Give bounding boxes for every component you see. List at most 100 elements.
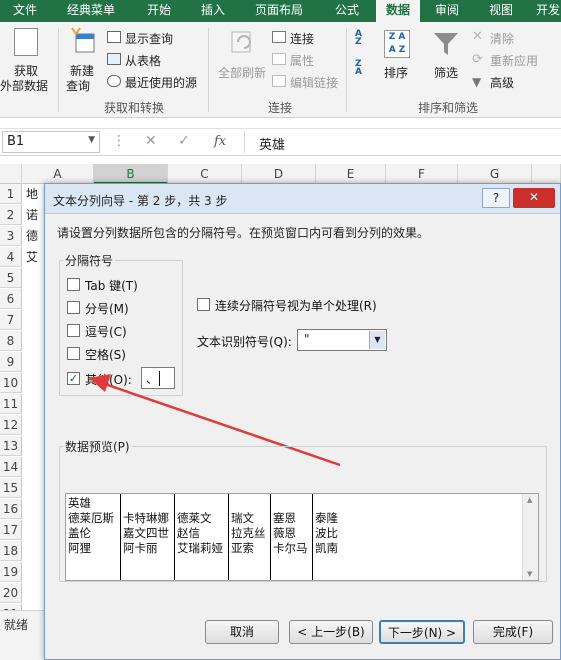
- row-header[interactable]: 2: [0, 205, 22, 225]
- clear-button[interactable]: 清除: [490, 30, 514, 47]
- column-header[interactable]: D: [242, 164, 316, 184]
- column-header[interactable]: F: [386, 164, 458, 184]
- row-header[interactable]: 15: [0, 478, 22, 498]
- back-button[interactable]: < 上一步(B): [289, 620, 373, 644]
- row-header[interactable]: 5: [0, 268, 22, 288]
- sort-ascending-icon[interactable]: AZ: [355, 30, 373, 47]
- tab-review[interactable]: 审阅: [420, 0, 474, 22]
- ribbon: 获取 外部数据 新建 查询 显示查询 从表格 最近使用的源 获取和转换 全部刷新…: [0, 22, 561, 118]
- close-button[interactable]: ✕: [513, 188, 555, 208]
- tab-data[interactable]: 数据: [376, 0, 420, 22]
- consecutive-delimiters-checkbox[interactable]: [197, 298, 210, 311]
- preview-column[interactable]: 塞恩 薇恩 卡尔马: [271, 494, 313, 580]
- row-header[interactable]: 19: [0, 562, 22, 582]
- reapply-button[interactable]: 重新应用: [490, 52, 538, 69]
- name-box[interactable]: B1 ▼: [2, 131, 100, 153]
- connections-button[interactable]: 连接: [290, 30, 314, 47]
- tab-file[interactable]: 文件: [0, 0, 50, 22]
- data-preview[interactable]: 英雄 德莱厄斯 盖伦 阿狸 卡特琳娜 嘉文四世 阿卡丽 德莱文 赵信 艾瑞莉娅 …: [65, 493, 539, 581]
- row-header[interactable]: 16: [0, 499, 22, 519]
- properties-icon: [272, 53, 286, 65]
- tab-checkbox[interactable]: [67, 278, 80, 291]
- tab-view[interactable]: 视图: [474, 0, 528, 22]
- column-header[interactable]: B: [94, 164, 168, 184]
- row-header[interactable]: 8: [0, 331, 22, 351]
- preview-column[interactable]: 德莱文 赵信 艾瑞莉娅: [175, 494, 229, 580]
- tab-classic-menu[interactable]: 经典菜单: [50, 0, 132, 22]
- row-header[interactable]: 9: [0, 352, 22, 372]
- more-options-icon[interactable]: ⋮: [112, 133, 126, 149]
- refresh-all-icon: [228, 28, 256, 56]
- insert-function-icon[interactable]: fx: [214, 134, 226, 149]
- row-header[interactable]: 18: [0, 541, 22, 561]
- from-table-icon: [107, 53, 121, 65]
- row-header[interactable]: 1: [0, 184, 22, 204]
- column-header[interactable]: A: [22, 164, 94, 184]
- tab-developer[interactable]: 开发: [528, 0, 561, 22]
- tab-checkbox-label[interactable]: Tab 键(T): [85, 277, 138, 294]
- preview-column[interactable]: 瑞文 拉克丝 亚索: [229, 494, 271, 580]
- scroll-down-icon[interactable]: ▼: [527, 570, 532, 578]
- row-header[interactable]: 17: [0, 520, 22, 540]
- chevron-down-icon[interactable]: ▼: [88, 135, 95, 145]
- next-button[interactable]: 下一步(N) >: [379, 620, 465, 644]
- scroll-up-icon[interactable]: ▲: [527, 496, 532, 504]
- row-header[interactable]: 12: [0, 415, 22, 435]
- preview-column[interactable]: 英雄 德莱厄斯 盖伦 阿狸: [66, 494, 121, 580]
- other-checkbox[interactable]: ✓: [67, 372, 80, 385]
- row-header[interactable]: 6: [0, 289, 22, 309]
- preview-column[interactable]: 泰隆 波比 凯南: [313, 494, 353, 580]
- row-header[interactable]: 20: [0, 583, 22, 603]
- get-external-data-line2[interactable]: 外部数据: [0, 77, 48, 94]
- row-header[interactable]: 3: [0, 226, 22, 246]
- row-header[interactable]: 7: [0, 310, 22, 330]
- row-header[interactable]: 14: [0, 457, 22, 477]
- row-header[interactable]: 11: [0, 394, 22, 414]
- tab-home[interactable]: 开始: [132, 0, 186, 22]
- tab-page-layout[interactable]: 页面布局: [240, 0, 318, 22]
- column-header[interactable]: E: [316, 164, 386, 184]
- row-header[interactable]: 4: [0, 247, 22, 267]
- comma-checkbox-label[interactable]: 逗号(C): [85, 323, 127, 340]
- filter-button[interactable]: 筛选: [434, 64, 458, 81]
- space-checkbox[interactable]: [67, 347, 80, 360]
- text-qualifier-select[interactable]: " ▼: [297, 329, 387, 351]
- from-table-button[interactable]: 从表格: [125, 52, 161, 69]
- column-header[interactable]: G: [458, 164, 532, 184]
- consecutive-delimiters-label[interactable]: 连续分隔符号视为单个处理(R): [215, 297, 377, 314]
- cell-a2[interactable]: 诺: [26, 205, 38, 225]
- semicolon-checkbox[interactable]: [67, 301, 80, 314]
- formula-input[interactable]: 英雄: [244, 131, 561, 153]
- new-query-line2[interactable]: 查询: [66, 77, 90, 94]
- select-all-corner[interactable]: [0, 164, 22, 184]
- space-checkbox-label[interactable]: 空格(S): [85, 346, 126, 363]
- preview-column[interactable]: 卡特琳娜 嘉文四世 阿卡丽: [121, 494, 175, 580]
- advanced-button[interactable]: 高级: [490, 74, 514, 91]
- cell-a3[interactable]: 德: [26, 226, 38, 246]
- chevron-down-icon[interactable]: ▼: [369, 331, 385, 349]
- row-header[interactable]: 10: [0, 373, 22, 393]
- confirm-entry-icon[interactable]: ✓: [178, 133, 190, 149]
- properties-button[interactable]: 属性: [290, 52, 314, 69]
- cell-a4[interactable]: 艾: [26, 247, 38, 267]
- cancel-button[interactable]: 取消: [205, 620, 279, 644]
- cell-a1[interactable]: 地: [26, 184, 38, 204]
- refresh-all-button[interactable]: 全部刷新: [218, 64, 266, 81]
- sort-descending-icon[interactable]: ZA: [355, 60, 373, 77]
- preview-scrollbar[interactable]: ▲ ▼: [522, 494, 538, 580]
- tab-formulas[interactable]: 公式: [318, 0, 376, 22]
- show-queries-button[interactable]: 显示查询: [125, 30, 173, 47]
- comma-checkbox[interactable]: [67, 324, 80, 337]
- semicolon-checkbox-label[interactable]: 分号(M): [85, 300, 129, 317]
- row-header[interactable]: 13: [0, 436, 22, 456]
- finish-button[interactable]: 完成(F): [473, 620, 553, 644]
- tab-insert[interactable]: 插入: [186, 0, 240, 22]
- formula-content: 英雄: [259, 138, 286, 153]
- cancel-entry-icon[interactable]: ✕: [145, 133, 157, 149]
- column-header[interactable]: [532, 164, 561, 184]
- recent-sources-button[interactable]: 最近使用的源: [125, 74, 197, 91]
- edit-links-button[interactable]: 编辑链接: [290, 74, 338, 91]
- help-button[interactable]: ?: [482, 188, 510, 208]
- sort-button[interactable]: 排序: [384, 64, 408, 81]
- column-header[interactable]: C: [168, 164, 242, 184]
